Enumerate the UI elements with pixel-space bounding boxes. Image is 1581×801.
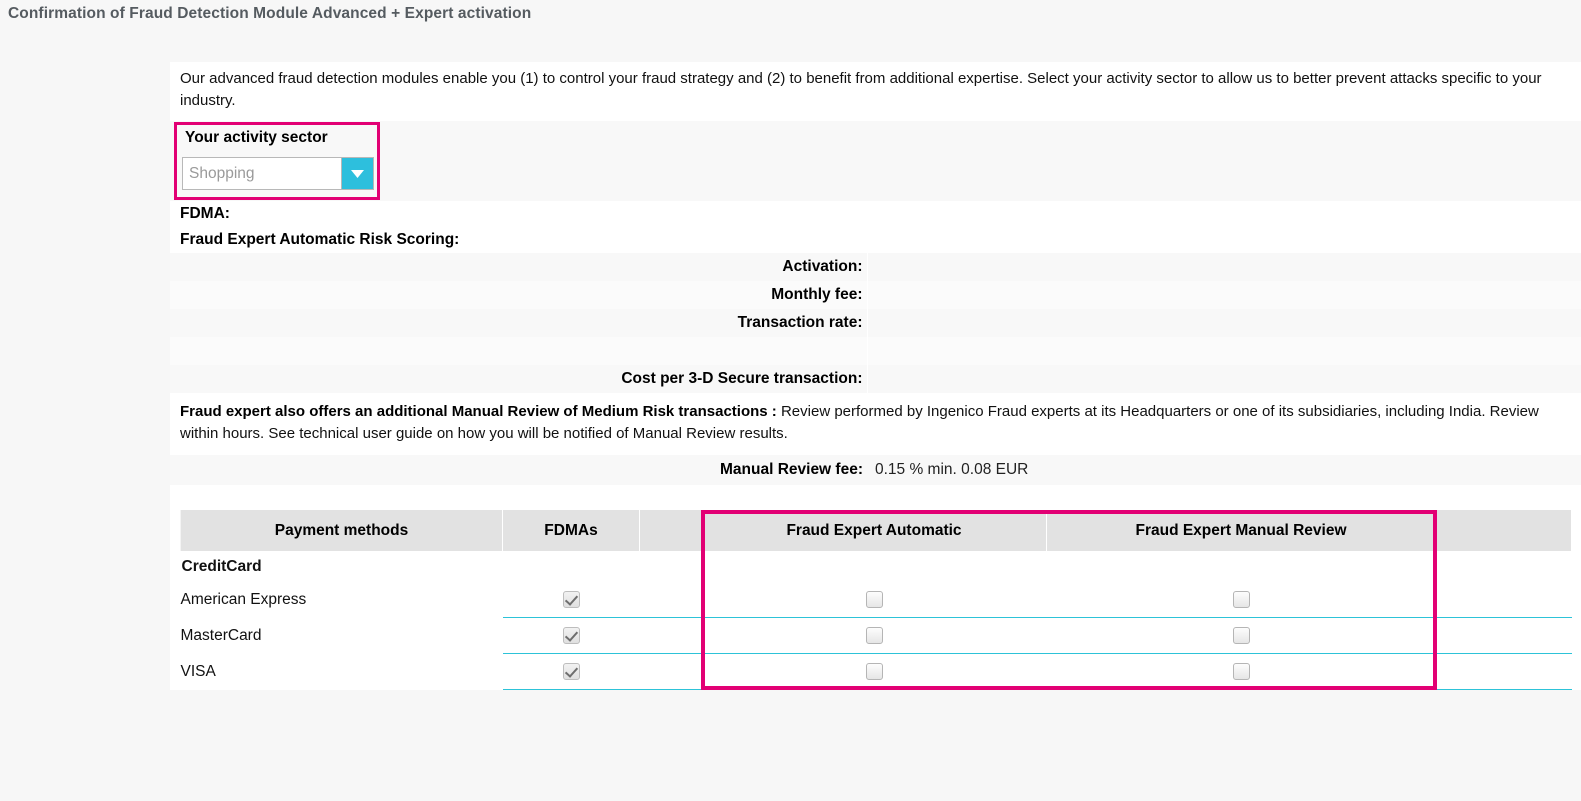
- fraud-expert-manual-review-checkbox-cell: [1046, 617, 1436, 655]
- column-header-payment-methods: Payment methods: [180, 510, 503, 552]
- cell-blank: [702, 551, 1047, 582]
- fdma-checkbox-cell: [502, 582, 640, 619]
- column-header-fraud-expert-manual-review: Fraud Expert Manual Review: [1046, 510, 1436, 552]
- table-row: MasterCard: [180, 617, 1572, 655]
- left-gutter: [0, 40, 170, 801]
- activity-sector-label: Your activity sector: [185, 129, 328, 147]
- fdma-checkbox[interactable]: [562, 663, 580, 681]
- fraud-expert-automatic-checkbox-cell: [701, 617, 1047, 655]
- fdma-checkbox-cell: [502, 617, 640, 655]
- fee-label: Activation:: [170, 253, 867, 282]
- fdma-heading: FDMA:: [170, 201, 1581, 228]
- fraud-expert-manual-review-checkbox[interactable]: [1232, 663, 1250, 681]
- fraud-expert-manual-review-checkbox-cell: [1046, 582, 1436, 619]
- fee-value: [866, 281, 1581, 310]
- cell-blank: [1435, 653, 1572, 691]
- table-row: Monthly fee:: [170, 281, 1581, 310]
- fee-label: Cost per 3-D Secure transaction:: [170, 365, 867, 394]
- fee-value: [866, 253, 1581, 282]
- manual-review-paragraph: Fraud expert also offers an additional M…: [170, 393, 1581, 456]
- fee-value: [866, 337, 1581, 366]
- fraud-expert-manual-review-checkbox-cell: [1046, 653, 1436, 691]
- manual-review-paragraph-bold: Fraud expert also offers an additional M…: [180, 403, 777, 421]
- fee-label: Transaction rate:: [170, 309, 867, 338]
- fdma-checkbox[interactable]: [562, 591, 580, 609]
- fraud-expert-automatic-checkbox[interactable]: [865, 627, 883, 645]
- manual-review-fee-row: Manual Review fee: 0.15 % min. 0.08 EUR: [170, 455, 1581, 486]
- payment-method-name: VISA: [180, 662, 216, 680]
- table-row: Activation:: [170, 253, 1581, 282]
- activity-sector-value: Shopping: [189, 164, 255, 182]
- payment-methods-table: Payment methods FDMAs Fraud Expert Autom…: [180, 510, 1572, 691]
- cell-blank: [1435, 617, 1572, 655]
- payment-method-name: American Express: [180, 590, 307, 608]
- cell-blank: [1436, 551, 1572, 582]
- fee-label: Monthly fee:: [170, 281, 867, 310]
- cell-blank: [639, 582, 702, 619]
- table-row: American Express: [180, 582, 1572, 619]
- activity-sector-highlight-box: Your activity sector Shopping: [174, 122, 380, 201]
- column-header-blank: [639, 510, 702, 552]
- cell-blank: [1435, 582, 1572, 619]
- fraud-expert-risk-scoring-heading: Fraud Expert Automatic Risk Scoring:: [170, 227, 1581, 254]
- manual-review-fee-value: 0.15 % min. 0.08 EUR: [875, 461, 1029, 479]
- page-title: Confirmation of Fraud Detection Module A…: [8, 5, 532, 22]
- payment-method-name: MasterCard: [180, 626, 262, 644]
- fraud-expert-automatic-checkbox[interactable]: [865, 591, 883, 609]
- spacer: [170, 485, 1581, 511]
- table-header-row: Payment methods FDMAs Fraud Expert Autom…: [180, 510, 1572, 552]
- fee-label: [170, 337, 867, 366]
- cell-blank: [1047, 551, 1436, 582]
- table-row: Cost per 3-D Secure transaction:: [170, 365, 1581, 394]
- fee-value: [866, 309, 1581, 338]
- table-row-group-creditcard: CreditCard: [181, 551, 1572, 582]
- intro-paragraph: Our advanced fraud detection modules ena…: [180, 70, 1542, 110]
- fraud-expert-manual-review-checkbox[interactable]: [1232, 591, 1250, 609]
- content-area: Our advanced fraud detection modules ena…: [170, 62, 1581, 691]
- fdma-fee-table: Activation: Monthly fee: Transaction rat…: [170, 253, 1581, 394]
- cell-blank: [639, 653, 702, 691]
- activity-sector-row: Your activity sector Shopping: [170, 120, 1581, 202]
- fdma-checkbox-cell: [502, 653, 640, 691]
- table-row: VISA: [180, 653, 1572, 691]
- payment-methods-table-wrapper: Payment methods FDMAs Fraud Expert Autom…: [170, 510, 1581, 691]
- chevron-down-icon[interactable]: [341, 158, 373, 190]
- payment-group-label: CreditCard: [181, 557, 262, 575]
- cell-blank: [640, 551, 702, 582]
- fraud-expert-automatic-checkbox-cell: [701, 653, 1047, 691]
- manual-review-fee-label: Manual Review fee:: [720, 461, 863, 479]
- table-row: [170, 337, 1581, 366]
- table-row: Transaction rate:: [170, 309, 1581, 338]
- column-header-trailing-blank: [1435, 510, 1572, 552]
- activity-sector-select[interactable]: Shopping: [182, 157, 374, 191]
- cell-blank: [503, 551, 640, 582]
- fee-value: [866, 365, 1581, 394]
- fdma-checkbox[interactable]: [562, 627, 580, 645]
- column-header-fdmas: FDMAs: [502, 510, 640, 552]
- column-header-fraud-expert-automatic: Fraud Expert Automatic: [701, 510, 1047, 552]
- fraud-expert-manual-review-checkbox[interactable]: [1232, 627, 1250, 645]
- cell-blank: [639, 617, 702, 655]
- fraud-expert-automatic-checkbox-cell: [701, 582, 1047, 619]
- fraud-expert-automatic-checkbox[interactable]: [865, 663, 883, 681]
